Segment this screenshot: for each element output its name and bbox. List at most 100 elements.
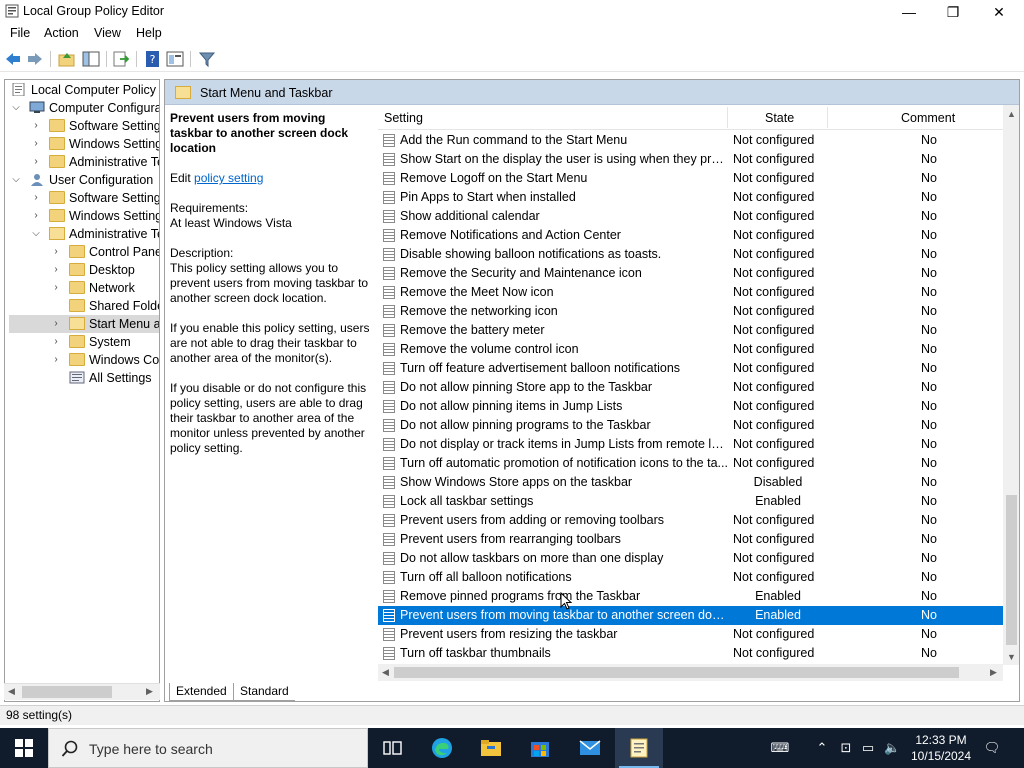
table-row[interactable]: Do not allow pinning items in Jump Lists… bbox=[378, 397, 1003, 416]
tree-item-system[interactable]: › System bbox=[9, 333, 159, 351]
scroll-thumb[interactable] bbox=[394, 667, 959, 678]
settings-list[interactable]: Setting State Comment Add the Run comman… bbox=[378, 105, 1003, 665]
tree-item-user-administrative-templates[interactable]: ⌵ Administrative Te bbox=[9, 225, 159, 243]
column-divider[interactable] bbox=[727, 107, 728, 128]
tree-item-software-settings[interactable]: › Software Settings bbox=[9, 117, 159, 135]
start-button[interactable] bbox=[0, 728, 48, 768]
table-row[interactable]: Do not allow taskbars on more than one d… bbox=[378, 549, 1003, 568]
keyboard-icon[interactable]: ⌨ bbox=[768, 740, 792, 756]
table-row[interactable]: Show Windows Store apps on the taskbar Di… bbox=[378, 473, 1003, 492]
help-icon[interactable]: ? bbox=[144, 50, 162, 68]
notifications-icon[interactable]: 🗨 bbox=[982, 740, 1002, 756]
table-row[interactable]: Show Start on the display the user is us… bbox=[378, 150, 1003, 169]
scroll-thumb[interactable] bbox=[22, 686, 112, 698]
tree-item-local-computer-policy[interactable]: Local Computer Policy bbox=[9, 81, 159, 99]
chevron-down-icon[interactable]: ⌵ bbox=[11, 99, 21, 117]
properties-icon[interactable] bbox=[166, 50, 184, 68]
navigation-tree[interactable]: Local Computer Policy ⌵ Computer Configu… bbox=[4, 79, 160, 702]
table-row[interactable]: Prevent users from resizing the taskbar N… bbox=[378, 625, 1003, 644]
clock[interactable]: 12:33 PM 10/15/2024 bbox=[906, 732, 976, 764]
taskbar-mail[interactable] bbox=[566, 728, 614, 768]
edit-policy-link[interactable]: policy setting bbox=[194, 171, 263, 185]
volume-muted-icon[interactable]: 🔈 bbox=[884, 740, 900, 756]
taskbar-group-policy-editor[interactable] bbox=[615, 728, 663, 768]
scroll-left-icon[interactable]: ◀ bbox=[8, 686, 15, 697]
tree-horizontal-scrollbar[interactable]: ◀ ▶ bbox=[4, 683, 160, 700]
tree-item-control-panel[interactable]: › Control Panel bbox=[9, 243, 159, 261]
chevron-right-icon[interactable]: › bbox=[31, 189, 41, 207]
chevron-down-icon[interactable]: ⌵ bbox=[31, 225, 41, 243]
tree-item-user-software-settings[interactable]: › Software Settings bbox=[9, 189, 159, 207]
menu-view[interactable]: View bbox=[94, 26, 121, 40]
scroll-left-icon[interactable]: ◀ bbox=[382, 667, 389, 678]
taskbar-store[interactable] bbox=[516, 728, 564, 768]
chevron-right-icon[interactable]: › bbox=[51, 351, 61, 369]
tree-item-windows-components[interactable]: › Windows Cor bbox=[9, 351, 159, 369]
table-row[interactable]: Remove the Meet Now icon Not configured No bbox=[378, 283, 1003, 302]
table-row[interactable]: Turn off automatic promotion of notifica… bbox=[378, 454, 1003, 473]
table-row[interactable]: Prevent users from adding or removing to… bbox=[378, 511, 1003, 530]
scroll-down-icon[interactable]: ▼ bbox=[1007, 652, 1016, 662]
chevron-right-icon[interactable]: › bbox=[51, 315, 61, 333]
table-row[interactable]: Remove the volume control icon Not config… bbox=[378, 340, 1003, 359]
tree-item-user-configuration[interactable]: ⌵ User Configuration bbox=[9, 171, 159, 189]
chevron-right-icon[interactable]: › bbox=[31, 117, 41, 135]
table-row[interactable]: Do not display or track items in Jump Li… bbox=[378, 435, 1003, 454]
column-divider[interactable] bbox=[827, 107, 828, 128]
column-setting[interactable]: Setting bbox=[384, 111, 423, 125]
tree-item-start-menu-and-taskbar[interactable]: › Start Menu ar bbox=[9, 315, 159, 333]
tree-item-all-settings[interactable]: All Settings bbox=[9, 369, 159, 387]
table-row[interactable]: Remove Logoff on the Start Menu Not confi… bbox=[378, 169, 1003, 188]
table-row[interactable]: Remove the networking icon Not configured… bbox=[378, 302, 1003, 321]
meet-now-icon[interactable]: ⊡ bbox=[838, 740, 854, 756]
tree-item-windows-settings[interactable]: › Windows Setting bbox=[9, 135, 159, 153]
restore-button[interactable]: ❐ bbox=[930, 0, 976, 24]
column-state[interactable]: State bbox=[765, 111, 794, 125]
table-row[interactable]: Prevent users from rearranging toolbars N… bbox=[378, 530, 1003, 549]
taskbar-search[interactable]: Type here to search bbox=[48, 728, 368, 768]
table-row[interactable]: Do not allow pinning programs to the Tas… bbox=[378, 416, 1003, 435]
tab-standard[interactable]: Standard bbox=[234, 683, 295, 701]
tree-item-shared-folders[interactable]: Shared Folder bbox=[9, 297, 159, 315]
chevron-right-icon[interactable]: › bbox=[31, 207, 41, 225]
tree-item-administrative-templates[interactable]: › Administrative Te bbox=[9, 153, 159, 171]
table-row[interactable]: Remove the battery meter Not configured No bbox=[378, 321, 1003, 340]
tree-item-desktop[interactable]: › Desktop bbox=[9, 261, 159, 279]
menu-file[interactable]: File bbox=[10, 26, 30, 40]
table-row[interactable]: Turn off feature advertisement balloon n… bbox=[378, 359, 1003, 378]
table-row[interactable]: Remove the Security and Maintenance icon… bbox=[378, 264, 1003, 283]
filter-icon[interactable] bbox=[198, 50, 216, 68]
table-row[interactable]: Do not allow pinning Store app to the Ta… bbox=[378, 378, 1003, 397]
tree-item-computer-configuration[interactable]: ⌵ Computer Configura bbox=[9, 99, 159, 117]
back-arrow-icon[interactable] bbox=[4, 50, 22, 68]
taskbar-file-explorer[interactable] bbox=[467, 728, 515, 768]
chevron-right-icon[interactable]: › bbox=[51, 279, 61, 297]
table-row[interactable]: Remove Notifications and Action Center No… bbox=[378, 226, 1003, 245]
tree-item-user-windows-settings[interactable]: › Windows Setting bbox=[9, 207, 159, 225]
chevron-right-icon[interactable]: › bbox=[31, 135, 41, 153]
table-row[interactable]: Show additional calendar Not configured No bbox=[378, 207, 1003, 226]
menu-action[interactable]: Action bbox=[44, 26, 79, 40]
task-view-button[interactable] bbox=[368, 728, 416, 768]
chevron-right-icon[interactable]: › bbox=[31, 153, 41, 171]
export-list-icon[interactable] bbox=[112, 50, 130, 68]
scroll-right-icon[interactable]: ▶ bbox=[146, 686, 153, 697]
close-button[interactable]: ✕ bbox=[976, 0, 1022, 24]
list-vertical-scrollbar[interactable]: ▲ ▼ bbox=[1003, 105, 1019, 665]
tree-item-network[interactable]: › Network bbox=[9, 279, 159, 297]
minimize-button[interactable]: — bbox=[886, 0, 932, 24]
table-row[interactable]: Pin Apps to Start when installed Not conf… bbox=[378, 188, 1003, 207]
table-row[interactable]: Turn off all balloon notifications Not co… bbox=[378, 568, 1003, 587]
menu-help[interactable]: Help bbox=[136, 26, 162, 40]
table-row[interactable]: Lock all taskbar settings Enabled No bbox=[378, 492, 1003, 511]
scroll-up-icon[interactable]: ▲ bbox=[1007, 109, 1016, 119]
table-row[interactable]: Add the Run command to the Start Menu Not… bbox=[378, 131, 1003, 150]
chevron-right-icon[interactable]: › bbox=[51, 243, 61, 261]
tab-extended[interactable]: Extended bbox=[169, 683, 234, 701]
show-hide-tree-icon[interactable] bbox=[82, 50, 100, 68]
taskbar-edge[interactable] bbox=[418, 728, 466, 768]
table-row[interactable]: Remove pinned programs from the Taskbar E… bbox=[378, 587, 1003, 606]
scroll-thumb[interactable] bbox=[1006, 495, 1017, 645]
scroll-right-icon[interactable]: ▶ bbox=[990, 667, 997, 678]
up-folder-icon[interactable] bbox=[58, 50, 76, 68]
